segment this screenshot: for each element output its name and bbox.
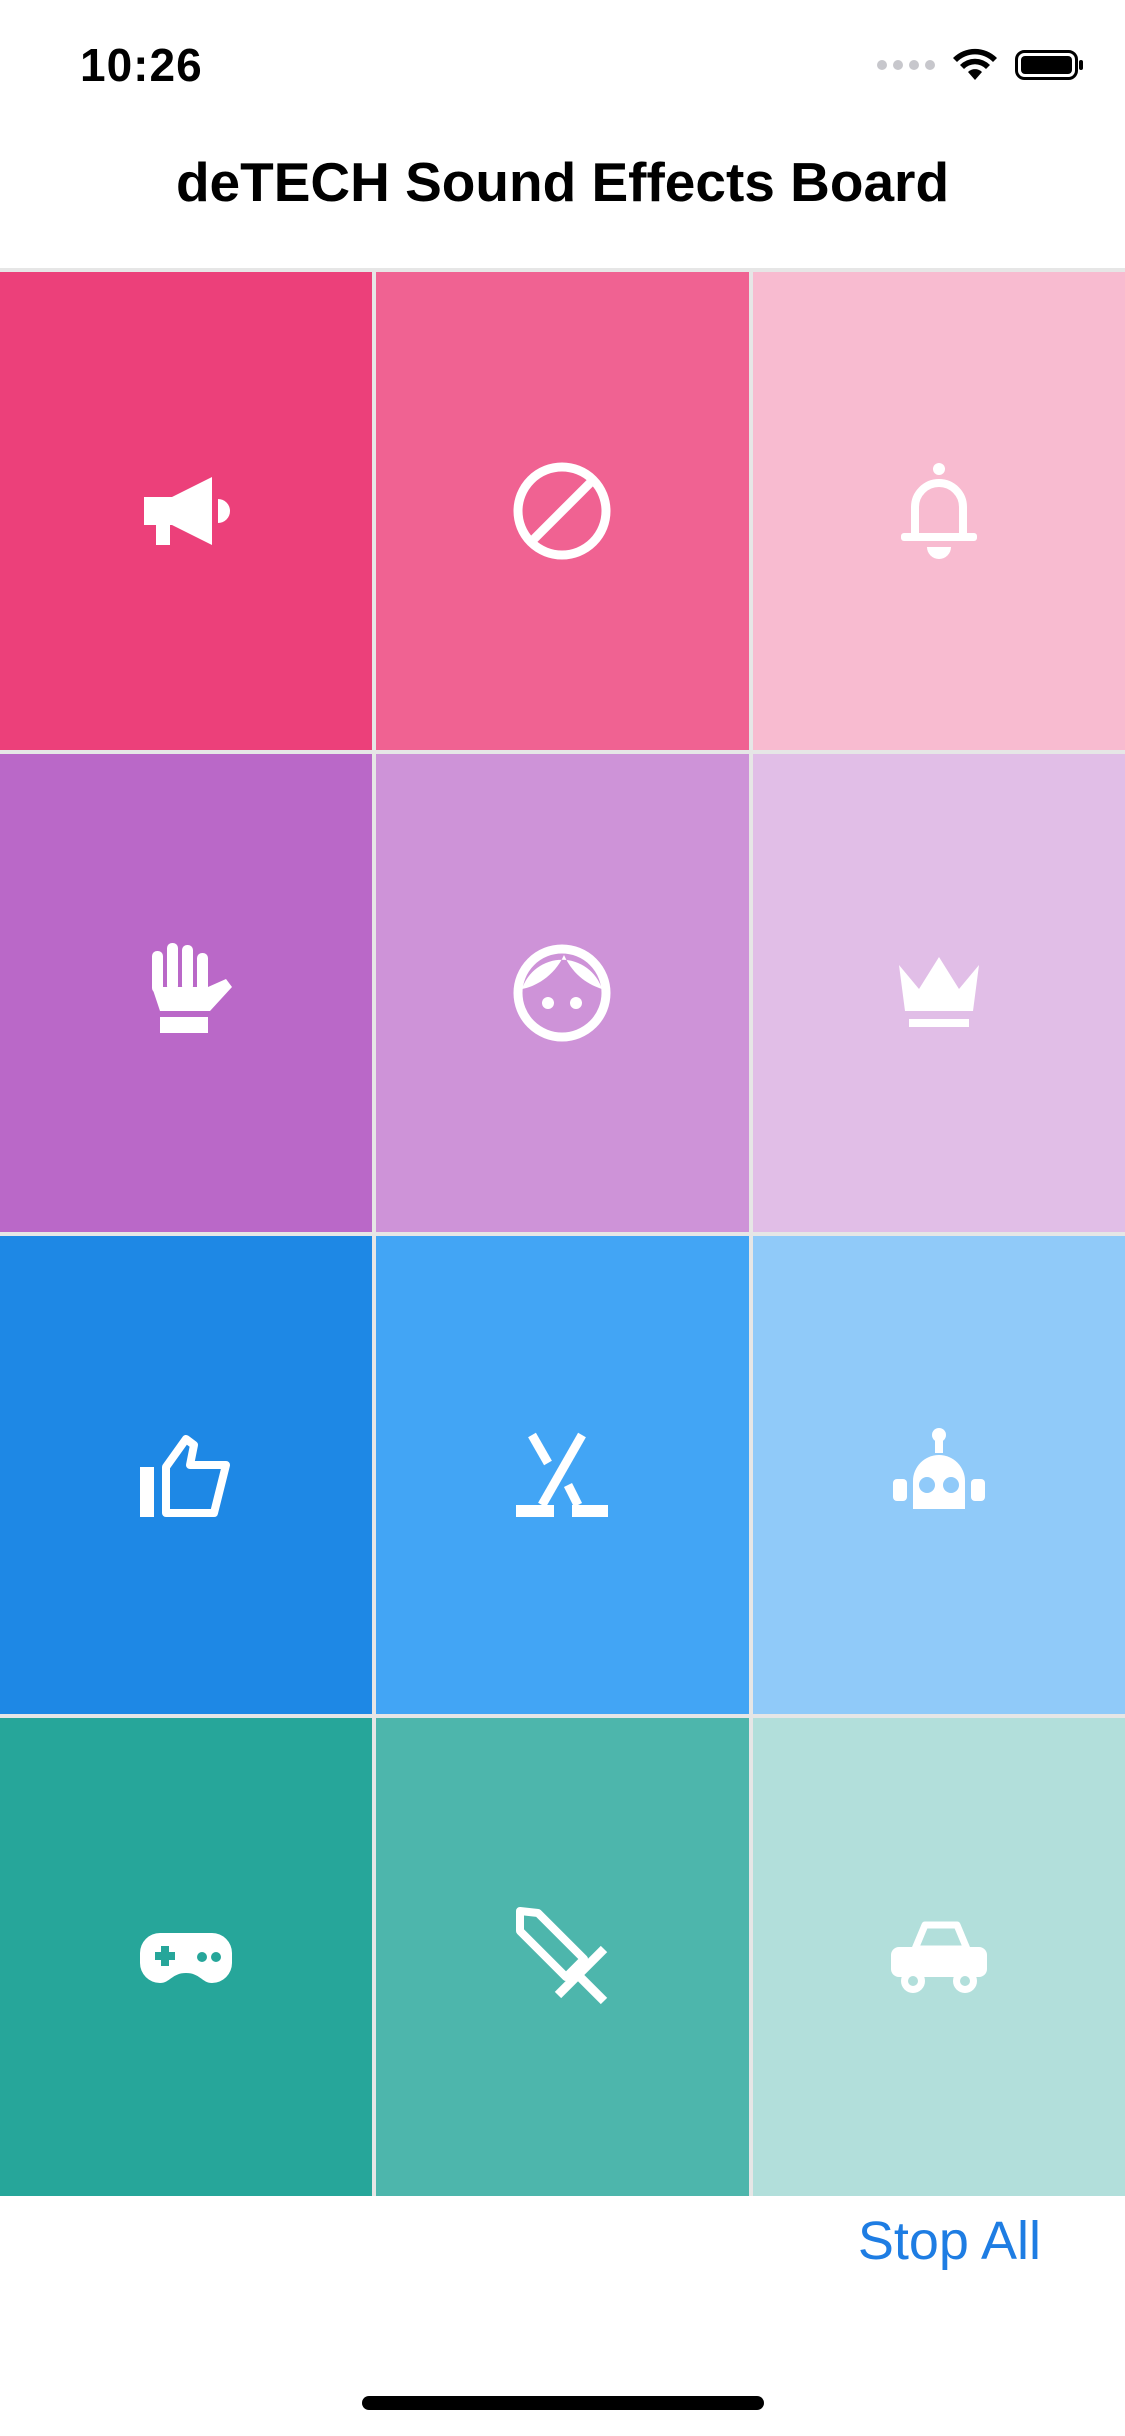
bell-icon <box>900 463 977 559</box>
sound-tile-bell[interactable] <box>752 272 1125 750</box>
signal-icon <box>877 60 935 70</box>
megaphone-icon <box>144 477 231 545</box>
car-icon <box>890 1921 987 1993</box>
wifi-icon <box>953 48 997 80</box>
sound-tile-crown[interactable] <box>752 754 1125 1232</box>
sound-tile-sword[interactable] <box>376 1718 749 2196</box>
thumbs-up-icon <box>140 1435 231 1517</box>
sound-tile-face[interactable] <box>376 754 749 1232</box>
home-indicator <box>362 2396 764 2410</box>
sound-tile-car[interactable] <box>752 1718 1125 2196</box>
sword-icon <box>516 1907 608 2005</box>
sound-tile-block[interactable] <box>376 272 749 750</box>
sound-tile-hockey-sticks[interactable] <box>376 1236 749 1714</box>
block-icon <box>513 462 611 560</box>
sound-tile-robot[interactable] <box>752 1236 1125 1714</box>
sound-tile-megaphone[interactable] <box>0 272 373 750</box>
face-icon <box>513 944 611 1042</box>
stop-all-button[interactable]: Stop All <box>858 2210 1041 2272</box>
sound-tile-thumbs-up[interactable] <box>0 1236 373 1714</box>
sound-grid <box>0 268 1125 2196</box>
hand-icon <box>152 943 233 1033</box>
sound-tile-hand[interactable] <box>0 754 373 1232</box>
robot-icon <box>892 1428 985 1509</box>
hockey-sticks-icon <box>516 1432 609 1517</box>
page-title: deTECH Sound Effects Board <box>175 151 950 213</box>
sound-tile-gamepad[interactable] <box>0 1718 373 2196</box>
crown-icon <box>898 957 979 1027</box>
gamepad-icon <box>140 1933 233 1983</box>
status-bar: 10:26 <box>0 0 1125 135</box>
status-time: 10:26 <box>80 39 203 91</box>
status-icons <box>877 48 1085 82</box>
battery-icon <box>1015 50 1083 80</box>
